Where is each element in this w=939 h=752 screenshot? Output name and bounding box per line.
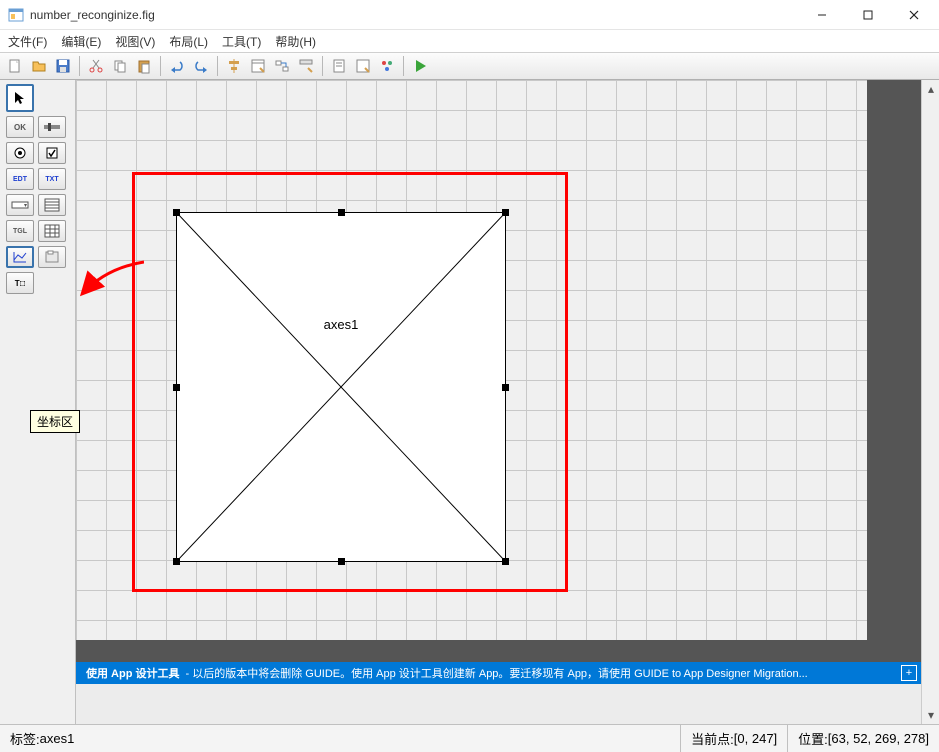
menu-editor-button[interactable] [247, 55, 269, 77]
undo-button[interactable] [166, 55, 188, 77]
component-palette: OK EDT TXT TGL T⬚ [0, 80, 76, 724]
property-inspector-button[interactable] [352, 55, 374, 77]
copy-button[interactable] [109, 55, 131, 77]
menu-file[interactable]: 文件(F) [8, 33, 47, 50]
listbox-tool[interactable] [38, 194, 66, 216]
resize-handle-bm[interactable] [338, 558, 345, 565]
buttongroup-tool[interactable]: T⬚ [6, 272, 34, 294]
status-position: 位置: [63, 52, 269, 278] [788, 725, 939, 752]
canvas-edge-right [867, 80, 921, 640]
radiobutton-tool[interactable] [6, 142, 34, 164]
title-bar: number_reconginize.fig [0, 0, 939, 30]
checkbox-tool[interactable] [38, 142, 66, 164]
app-icon [8, 7, 24, 23]
minimize-button[interactable] [799, 0, 845, 30]
maximize-button[interactable] [845, 0, 891, 30]
align-button[interactable] [223, 55, 245, 77]
banner-expand-icon[interactable]: + [901, 665, 917, 681]
menu-bar: 文件(F) 编辑(E) 视图(V) 布局(L) 工具(T) 帮助(H) [0, 30, 939, 52]
resize-handle-tm[interactable] [338, 209, 345, 216]
resize-handle-tr[interactable] [502, 209, 509, 216]
panel-tool[interactable] [38, 246, 66, 268]
menu-layout[interactable]: 布局(L) [169, 33, 208, 50]
object-browser-button[interactable] [376, 55, 398, 77]
status-curpoint: 当前点: [0, 247] [681, 725, 788, 752]
tab-order-button[interactable] [271, 55, 293, 77]
main-area: OK EDT TXT TGL T⬚ 坐标区 [0, 80, 939, 724]
popupmenu-tool[interactable] [6, 194, 34, 216]
vertical-scrollbar[interactable]: ▴ ▾ [921, 80, 939, 724]
resize-handle-br[interactable] [502, 558, 509, 565]
menu-tools[interactable]: 工具(T) [222, 33, 261, 50]
toolbar [0, 52, 939, 80]
mfile-button[interactable] [328, 55, 350, 77]
window-title: number_reconginize.fig [30, 8, 799, 22]
paste-button[interactable] [133, 55, 155, 77]
axes-label: axes1 [324, 317, 359, 332]
toolbar-editor-button[interactable] [295, 55, 317, 77]
scroll-down-icon[interactable]: ▾ [922, 706, 939, 724]
status-tag: 标签: axes1 [0, 725, 681, 752]
scroll-up-icon[interactable]: ▴ [922, 80, 939, 98]
edittext-tool[interactable]: EDT [6, 168, 34, 190]
migration-banner[interactable]: 使用 App 设计工具 - 以后的版本中将会删除 GUIDE。使用 App 设计… [76, 662, 921, 684]
axes-tool[interactable] [6, 246, 34, 268]
open-button[interactable] [28, 55, 50, 77]
design-canvas[interactable]: axes1 使用 App 设计工具 - 以后的版本中将会删除 GUIDE。使用 … [76, 80, 939, 724]
pushbutton-tool[interactable]: OK [6, 116, 34, 138]
slider-tool[interactable] [38, 116, 66, 138]
menu-edit[interactable]: 编辑(E) [61, 33, 101, 50]
banner-title: 使用 App 设计工具 [86, 665, 180, 681]
menu-help[interactable]: 帮助(H) [275, 33, 316, 50]
save-button[interactable] [52, 55, 74, 77]
cut-button[interactable] [85, 55, 107, 77]
togglebutton-tool[interactable]: TGL [6, 220, 34, 242]
resize-handle-bl[interactable] [173, 558, 180, 565]
banner-text: - 以后的版本中将会删除 GUIDE。使用 App 设计工具创建新 App。要迁… [186, 665, 808, 681]
new-button[interactable] [4, 55, 26, 77]
axes1-object[interactable]: axes1 [176, 212, 506, 562]
resize-handle-mr[interactable] [502, 384, 509, 391]
table-tool[interactable] [38, 220, 66, 242]
redo-button[interactable] [190, 55, 212, 77]
menu-view[interactable]: 视图(V) [115, 33, 155, 50]
run-button[interactable] [409, 55, 431, 77]
statictext-tool[interactable]: TXT [38, 168, 66, 190]
status-bar: 标签: axes1 当前点: [0, 247] 位置: [63, 52, 269… [0, 724, 939, 752]
axes-tooltip: 坐标区 [30, 410, 80, 433]
close-button[interactable] [891, 0, 937, 30]
resize-handle-ml[interactable] [173, 384, 180, 391]
resize-handle-tl[interactable] [173, 209, 180, 216]
canvas-edge-bottom [76, 640, 921, 662]
select-tool[interactable] [6, 84, 34, 112]
